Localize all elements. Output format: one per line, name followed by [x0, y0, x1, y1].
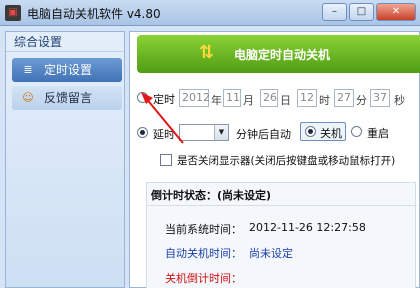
- second-input[interactable]: 37: [370, 89, 390, 107]
- app-icon: ▣: [5, 5, 21, 21]
- window-title: 电脑自动关机软件 v4.80: [27, 7, 161, 21]
- display-off-label: 是否关闭显示器(关闭后按键盘或移动鼠标打开): [177, 155, 396, 167]
- auto-shutdown-value: 尚未设定: [249, 247, 293, 260]
- sidebar-item-timer-settings[interactable]: ≣ 定时设置: [12, 58, 122, 82]
- current-time-label: 当前系统时间：: [165, 223, 242, 236]
- restart-label: 重启: [367, 127, 389, 140]
- sidebar-item-feedback[interactable]: ☺ 反馈留言: [12, 86, 122, 110]
- timed-label: 定时: [153, 93, 175, 106]
- hour-unit: 时: [319, 94, 330, 107]
- countdown-status-header: 倒计时状态：(尚未设定): [151, 189, 272, 202]
- sidebar-header: 综合设置: [6, 32, 124, 52]
- settings-list-icon: ≣: [23, 63, 33, 76]
- banner: ⇅ 电脑定时自动关机: [137, 35, 420, 73]
- main-panel: ⇅ 电脑定时自动关机 定时 2012 年 11 月 26 日 12 时 27 分…: [129, 31, 420, 288]
- sidebar-item-label: 定时设置: [44, 63, 93, 77]
- divider: [147, 205, 417, 206]
- day-unit: 日: [280, 94, 291, 107]
- delay-label: 延时: [153, 128, 175, 141]
- up-down-arrows-icon: ⇅: [199, 42, 215, 63]
- maximize-button[interactable]: □: [349, 3, 374, 21]
- minimize-button[interactable]: –: [322, 3, 347, 21]
- timed-radio[interactable]: [137, 92, 148, 103]
- current-time-value: 2012-11-26 12:27:58: [249, 221, 366, 234]
- minute-input[interactable]: 27: [334, 89, 354, 107]
- restart-radio[interactable]: [351, 126, 362, 137]
- shutdown-option-frame: 关机: [300, 122, 346, 141]
- sidebar: 综合设置 ≣ 定时设置 ☺ 反馈留言: [5, 31, 125, 288]
- delay-radio[interactable]: [137, 127, 148, 138]
- title-bar: ▣ 电脑自动关机软件 v4.80 – □ ✕: [0, 0, 420, 26]
- window-controls: – □ ✕: [322, 3, 416, 21]
- minute-unit: 分: [356, 94, 367, 107]
- shutdown-label: 关机: [320, 127, 342, 140]
- close-button[interactable]: ✕: [376, 3, 416, 21]
- month-unit: 月: [243, 94, 254, 107]
- month-input[interactable]: 11: [223, 89, 241, 107]
- hour-input[interactable]: 12: [297, 89, 317, 107]
- sidebar-item-label: 反馈留言: [44, 91, 93, 105]
- shutdown-countdown-label: 关机倒计时间：: [165, 272, 242, 285]
- second-unit: 秒: [394, 94, 405, 107]
- year-input[interactable]: 2012: [179, 89, 210, 107]
- chevron-down-icon[interactable]: ▼: [214, 125, 228, 140]
- user-icon: ☺: [22, 91, 34, 104]
- delay-after-text: 分钟后自动: [236, 128, 291, 141]
- delay-minutes-select[interactable]: ▼: [179, 124, 229, 141]
- auto-shutdown-label: 自动关机时间：: [165, 247, 242, 260]
- year-unit: 年: [211, 94, 222, 107]
- shutdown-radio[interactable]: [305, 126, 316, 137]
- display-off-checkbox[interactable]: [160, 154, 172, 166]
- status-panel: 倒计时状态：(尚未设定) 当前系统时间： 2012-11-26 12:27:58…: [146, 182, 417, 288]
- day-input[interactable]: 26: [260, 89, 278, 107]
- banner-title: 电脑定时自动关机: [234, 48, 331, 62]
